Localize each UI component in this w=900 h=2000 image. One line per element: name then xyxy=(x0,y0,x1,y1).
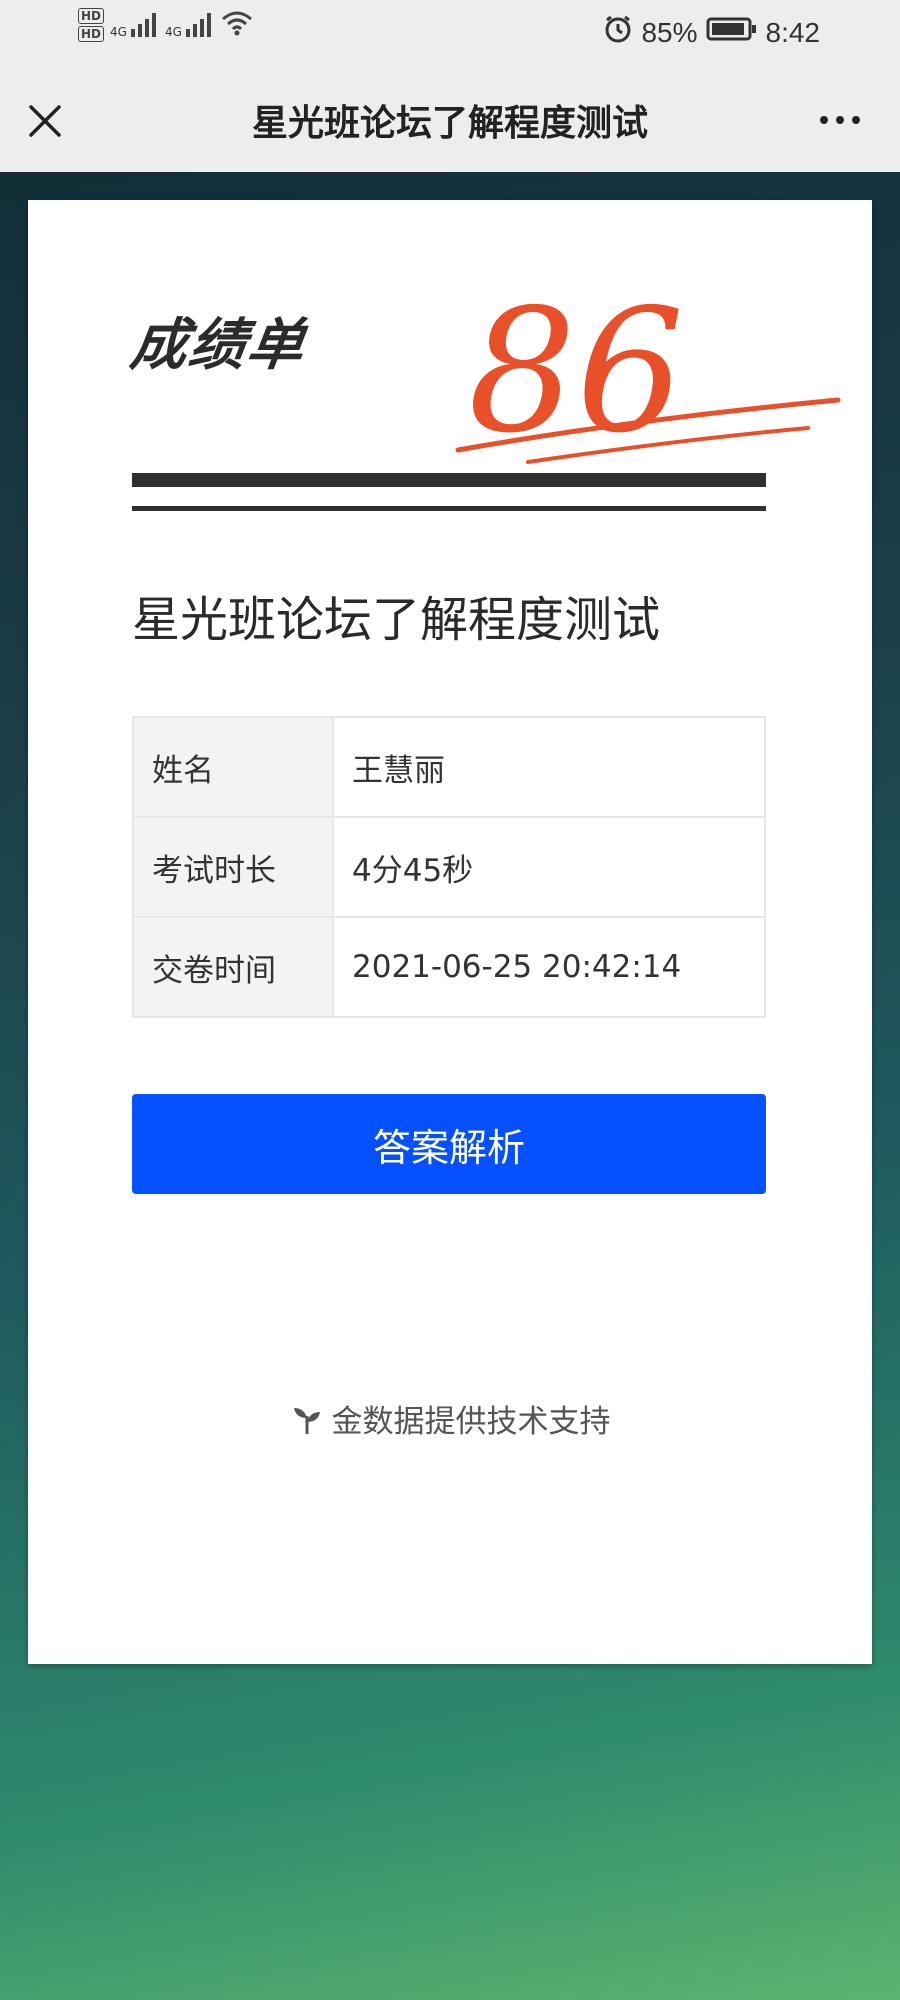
page-title: 星光班论坛了解程度测试 xyxy=(251,103,648,144)
more-dot-icon xyxy=(820,116,828,124)
more-options-button[interactable] xyxy=(810,100,870,140)
exam-title: 星光班论坛了解程度测试 xyxy=(132,592,661,648)
battery-percent: 85% xyxy=(641,16,698,48)
answer-analysis-button[interactable]: 答案解析 xyxy=(132,1094,766,1194)
divider-thick xyxy=(132,473,766,487)
row-value: 2021-06-25 20:42:14 xyxy=(332,916,766,1018)
footer-text: 金数据提供技术支持 xyxy=(331,1404,611,1440)
row-key: 姓名 xyxy=(132,716,334,818)
hd-indicators: HD HD xyxy=(78,8,105,42)
status-right: 85% 8:42 xyxy=(603,14,820,51)
clock: 8:42 xyxy=(765,16,821,48)
table-row: 考试时长 4分45秒 xyxy=(132,816,766,918)
title-bar: 星光班论坛了解程度测试 xyxy=(0,66,900,172)
signal-icon-1: 4G xyxy=(110,11,159,39)
report-label: 成绩单 xyxy=(126,313,310,378)
divider-thin xyxy=(132,506,766,511)
status-left: HD HD 4G 4G xyxy=(78,8,254,42)
more-dot-icon xyxy=(852,116,860,124)
hd-badge-1: HD xyxy=(78,8,105,24)
battery-icon xyxy=(706,16,758,49)
more-dot-icon xyxy=(836,116,844,124)
status-bar: HD HD 4G 4G 85% 8:42 xyxy=(0,0,900,66)
score-handwriting: 86 xyxy=(455,273,841,470)
hd-badge-2: HD xyxy=(78,26,105,42)
row-value: 王慧丽 xyxy=(332,716,766,818)
alarm-icon xyxy=(603,14,633,51)
footer: 金数据提供技术支持 xyxy=(28,1396,872,1441)
info-table: 姓名 王慧丽 考试时长 4分45秒 交卷时间 2021-06-25 20:42:… xyxy=(132,716,766,1018)
sprout-logo-icon xyxy=(293,1407,320,1434)
row-key: 交卷时间 xyxy=(132,916,334,1018)
table-row: 姓名 王慧丽 xyxy=(132,716,766,818)
row-key: 考试时长 xyxy=(132,816,334,918)
result-card: 成绩单 86 星光班论坛了解程度测试 姓名 王慧丽 考试时长 4分45秒 交卷时… xyxy=(28,200,872,1664)
signal-icon-2: 4G xyxy=(165,11,214,39)
wifi-icon xyxy=(220,9,254,41)
screen: HD HD 4G 4G 85% 8:42 星光班论坛了解程度测试 成绩单 86 … xyxy=(0,0,900,2000)
row-value: 4分45秒 xyxy=(332,816,766,918)
table-row: 交卷时间 2021-06-25 20:42:14 xyxy=(132,916,766,1018)
